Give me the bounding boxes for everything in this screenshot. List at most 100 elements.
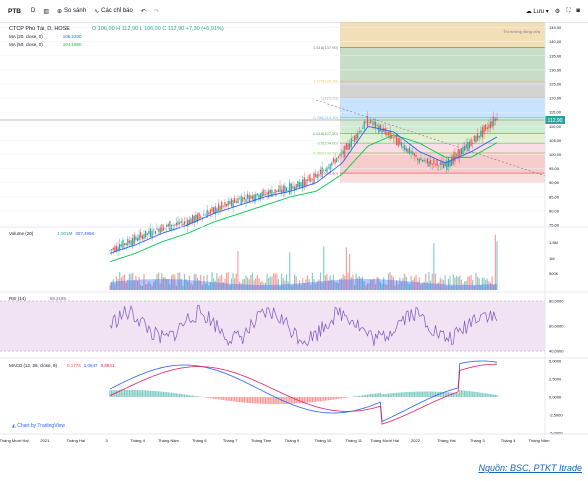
macd-hist-bar xyxy=(465,390,467,397)
candle-body xyxy=(132,237,134,246)
watermark-text: Chart by TradingView xyxy=(17,423,65,429)
candle-body xyxy=(349,143,351,150)
compare-button[interactable]: ⊕ So sánh xyxy=(57,8,86,15)
candle-body xyxy=(222,205,224,207)
candle-body xyxy=(352,140,354,141)
volume-tick: 1,5M xyxy=(549,240,558,245)
macd-hist-bar xyxy=(383,394,385,397)
candle-body xyxy=(242,197,244,202)
candle-body xyxy=(143,234,145,239)
candle-body xyxy=(195,214,197,221)
candle-body xyxy=(404,145,406,151)
candle-body xyxy=(342,150,344,155)
ma50-label: MA (50, close, 0) xyxy=(9,42,43,47)
macd-hist-bar xyxy=(426,391,428,397)
macd-hist-bar xyxy=(430,391,432,397)
symbol-label[interactable]: PTB xyxy=(8,8,21,15)
rsi-tick: 60,0000 xyxy=(549,324,564,329)
candle-body xyxy=(179,222,181,224)
macd-hist-bar xyxy=(247,397,249,403)
macd-hist-bar xyxy=(483,393,485,397)
settings-icon[interactable]: ⚙ xyxy=(555,8,560,15)
fullscreen-icon[interactable]: ⛶ xyxy=(566,8,570,15)
save-button[interactable]: ☁ Lưu ▾ xyxy=(526,8,549,15)
candle-body xyxy=(357,132,359,139)
candle-body xyxy=(468,141,471,149)
candle-type-icon[interactable]: ▥ xyxy=(43,8,49,15)
candle-body xyxy=(167,223,169,228)
redo-icon[interactable]: ↷ xyxy=(154,8,159,15)
candle-body xyxy=(486,127,488,130)
macd-hist-bar xyxy=(404,392,406,397)
macd-hist-bar xyxy=(371,393,373,397)
price-tick: 85,00 xyxy=(549,194,560,199)
candle-body xyxy=(336,157,338,163)
candle-body xyxy=(334,159,336,164)
plus-circle-icon: ⊕ xyxy=(57,8,63,15)
interval-button[interactable]: D xyxy=(31,8,35,14)
candle-body xyxy=(308,174,310,182)
fib-band xyxy=(340,81,545,99)
macd-hist-bar xyxy=(242,397,244,403)
volume-tick: 1M xyxy=(549,256,555,261)
macd-hist-bar xyxy=(345,397,348,398)
candle-body xyxy=(292,185,294,189)
candle-body xyxy=(303,177,305,187)
candle-body xyxy=(384,127,386,135)
main-pane: 1.618(137,90)1.272(126,00)1(120,00)0.786… xyxy=(0,22,565,263)
macd-hist-bar xyxy=(272,397,275,405)
indicators-button[interactable]: ∿ Các chỉ báo xyxy=(94,8,133,15)
camera-icon[interactable]: ◙ xyxy=(576,8,580,14)
chart-title: CTCP Phú Tài, D, HOSE xyxy=(9,26,70,32)
candle-body xyxy=(122,239,124,249)
macd-hist-bar xyxy=(400,392,403,397)
candle-body xyxy=(462,146,464,155)
macd-hist-bar xyxy=(399,392,401,397)
macd-hist-bar xyxy=(298,397,301,404)
candle-body xyxy=(485,124,487,131)
volume-pane: Volume (20) 1,001M 307,495K 1,5M 1M 500K xyxy=(9,231,559,290)
candle-body xyxy=(378,125,380,134)
macd-hist-bar xyxy=(130,389,132,397)
candle-body xyxy=(488,124,490,129)
price-tick: 120,00 xyxy=(549,96,562,101)
macd-hist-bar xyxy=(183,394,186,397)
macd-hist-bar xyxy=(355,396,357,397)
price-tick: 115,00 xyxy=(549,110,562,115)
macd-v1: 0,1776 xyxy=(67,363,81,368)
candle-body xyxy=(112,247,114,251)
macd-hist-bar xyxy=(459,390,461,397)
rsi-legend: RSI (14) 68,2185 xyxy=(9,296,67,301)
candle-body xyxy=(476,133,479,141)
price-axis: 145,00 140,00 135,00 130,00 125,00 120,00 115,… xyxy=(549,25,562,227)
macd-hist-bar xyxy=(177,393,179,397)
macd-hist-bar xyxy=(447,392,450,397)
candle-body xyxy=(213,207,215,214)
candle-body xyxy=(174,224,176,226)
candle-body xyxy=(247,193,249,199)
candle-body xyxy=(271,190,273,197)
candle-body xyxy=(219,205,221,211)
volume-bar xyxy=(496,241,498,290)
macd-hist-bar xyxy=(455,392,458,397)
candle-body xyxy=(123,243,126,246)
candle-body xyxy=(154,230,156,235)
macd-tick: 2,5000 xyxy=(549,377,562,382)
time-tick: Tháng Mười Hai xyxy=(0,438,29,443)
macd-hist-bar xyxy=(185,394,187,397)
candle-body xyxy=(405,148,407,152)
chart-canvas[interactable]: 1.618(137,90)1.272(126,00)1(120,00)0.786… xyxy=(0,22,588,481)
candle-body xyxy=(153,229,155,231)
macd-hist-bar xyxy=(266,397,268,404)
macd-hist-bar xyxy=(337,397,339,399)
macd-hist-bar xyxy=(344,397,346,398)
price-tick: 130,00 xyxy=(549,67,562,72)
macd-hist-bar xyxy=(217,397,220,400)
candle-body xyxy=(114,246,116,252)
trend-note: Thị trường đóng cửa xyxy=(503,29,541,34)
candle-body xyxy=(148,230,150,234)
undo-icon[interactable]: ↶ xyxy=(141,8,146,15)
fib-label: 0.786(113,10) xyxy=(313,115,338,120)
tradingview-watermark[interactable]: ◭ Chart by TradingView xyxy=(12,423,65,429)
macd-hist-bar xyxy=(264,397,267,404)
